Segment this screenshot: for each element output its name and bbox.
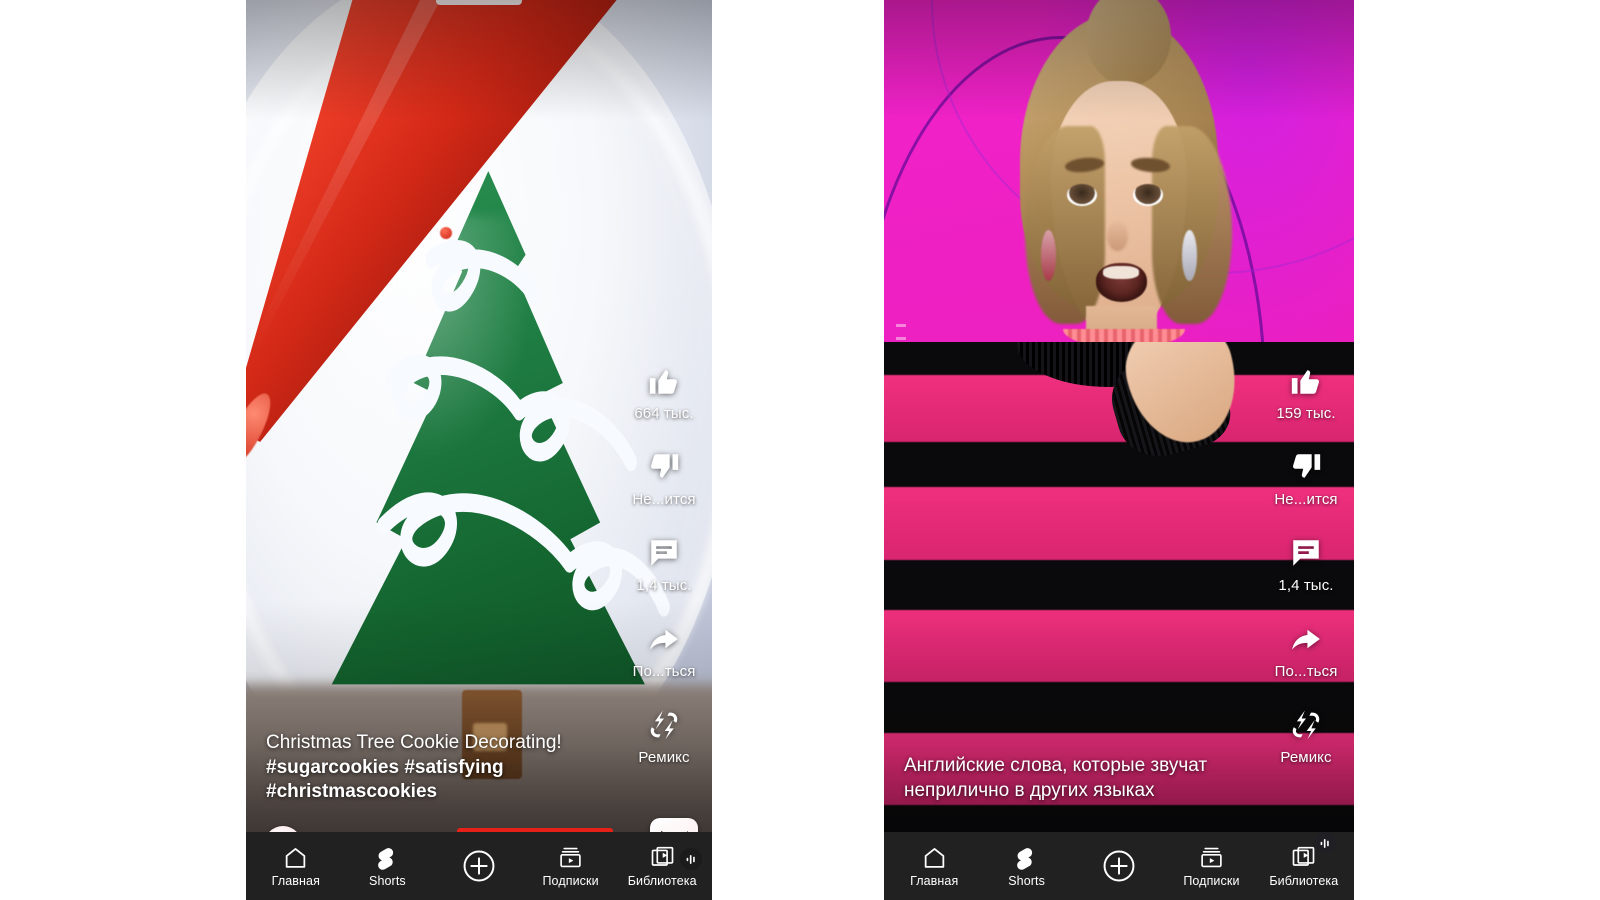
nav-label-library: Библиотека <box>627 874 697 888</box>
remix-label: Ремикс <box>1280 749 1332 766</box>
video-title-line-2: неприлично в других языках <box>904 780 1155 801</box>
video-surface-right[interactable]: 159 тыс. Не...ится 1,4 тыс. По...ться Ре… <box>884 0 1354 900</box>
nav-item-home[interactable]: Главная <box>888 844 980 888</box>
caption-block-right[interactable]: Английские слова, которые звучат неприли… <box>904 754 1258 804</box>
eye-right <box>1133 183 1164 207</box>
nav-label-subscriptions: Подписки <box>542 874 599 888</box>
comment-icon <box>1287 534 1325 572</box>
share-icon <box>1287 620 1325 658</box>
remix-button[interactable]: Ремикс <box>1280 706 1332 766</box>
shorts-icon <box>375 844 400 870</box>
action-rail-left[interactable]: 664 тыс. Не...ится 1,4 тыс. По...ться Ре… <box>622 362 706 766</box>
nav-item-library[interactable]: Библиотека <box>1258 844 1350 888</box>
share-icon <box>645 620 683 658</box>
like-count: 159 тыс. <box>1276 405 1336 422</box>
bottom-nav-right[interactable]: Главная Shorts Подписки Библиотека <box>884 832 1354 900</box>
remix-button[interactable]: Ремикс <box>638 706 690 766</box>
thumbs-up-icon <box>645 362 683 400</box>
shorts-player-left[interactable]: 664 тыс. Не...ится 1,4 тыс. По...ться Ре… <box>246 0 712 900</box>
dislike-button[interactable]: Не...ится <box>1274 448 1338 508</box>
nav-label-home: Главная <box>910 874 959 888</box>
remix-label: Ремикс <box>638 749 690 766</box>
video-title: Английские слова, которые звучат <box>904 755 1208 776</box>
thumbs-down-icon <box>1287 448 1325 486</box>
nav-item-subscriptions[interactable]: Подписки <box>525 844 617 888</box>
remix-icon <box>1287 706 1325 744</box>
share-button[interactable]: По...ться <box>1275 620 1338 680</box>
thumbs-up-icon <box>1287 362 1325 400</box>
subscriptions-icon <box>1199 844 1224 870</box>
hashtag-line-2: #christmascookies <box>266 781 438 802</box>
nav-item-shorts[interactable]: Shorts <box>342 844 434 888</box>
share-button[interactable]: По...ться <box>633 620 696 680</box>
nav-label-shorts: Shorts <box>369 874 406 888</box>
audio-waveform-badge[interactable] <box>680 848 702 870</box>
home-icon <box>922 844 947 870</box>
hair-strand-right <box>1151 126 1232 324</box>
video-title: Christmas Tree Cookie Decorating! <box>266 732 562 753</box>
comment-button[interactable]: 1,4 тыс. <box>636 534 691 594</box>
caption-block-left[interactable]: Christmas Tree Cookie Decorating! #sugar… <box>266 731 616 804</box>
library-icon <box>1291 844 1316 870</box>
dislike-label: Не...ится <box>1274 491 1338 508</box>
share-label: По...ться <box>1274 663 1338 680</box>
audio-waveform-badge[interactable] <box>1314 832 1336 854</box>
subscriptions-icon <box>558 844 583 870</box>
comment-count: 1,4 тыс. <box>1278 577 1334 594</box>
nav-item-shorts[interactable]: Shorts <box>980 844 1072 888</box>
like-button[interactable]: 159 тыс. <box>1276 362 1336 422</box>
shorts-icon <box>1014 844 1039 870</box>
like-count: 664 тыс. <box>634 405 694 422</box>
shorts-player-right[interactable]: 159 тыс. Не...ится 1,4 тыс. По...ться Ре… <box>884 0 1354 900</box>
comment-icon <box>645 534 683 572</box>
hashtags: #sugarcookies #satisfying #christmascook… <box>266 756 616 804</box>
screenshot-canvas: 664 тыс. Не...ится 1,4 тыс. По...ться Ре… <box>0 0 1600 900</box>
nav-label-shorts: Shorts <box>1008 874 1045 888</box>
comment-button[interactable]: 1,4 тыс. <box>1278 534 1333 594</box>
action-rail-right[interactable]: 159 тыс. Не...ится 1,4 тыс. По...ться Ре… <box>1264 362 1348 766</box>
library-icon <box>650 844 675 870</box>
thumbs-down-icon <box>645 448 683 486</box>
earring-left <box>1040 230 1056 281</box>
bottom-nav-left[interactable]: Главная Shorts Подписки Библиотека <box>246 832 712 900</box>
dislike-button[interactable]: Не...ится <box>632 448 696 508</box>
plus-circle-icon <box>1102 850 1136 882</box>
comment-count: 1,4 тыс. <box>636 577 692 594</box>
like-button[interactable]: 664 тыс. <box>634 362 694 422</box>
nav-item-create[interactable] <box>433 850 525 882</box>
remix-icon <box>645 706 683 744</box>
hashtag-line-1: #sugarcookies #satisfying <box>266 757 504 778</box>
dislike-label: Не...ится <box>632 491 696 508</box>
share-label: По...ться <box>632 663 696 680</box>
nav-label-library: Библиотека <box>1269 874 1339 888</box>
status-bar-notch <box>436 0 522 5</box>
nav-label-home: Главная <box>271 874 320 888</box>
video-surface-left[interactable]: 664 тыс. Не...ится 1,4 тыс. По...ться Ре… <box>246 0 712 900</box>
plus-circle-icon <box>462 850 496 882</box>
home-icon <box>283 844 308 870</box>
nav-label-subscriptions: Подписки <box>1183 874 1240 888</box>
earring-right <box>1181 230 1197 281</box>
nav-item-subscriptions[interactable]: Подписки <box>1165 844 1257 888</box>
teeth <box>1103 266 1139 279</box>
nav-item-home[interactable]: Главная <box>250 844 342 888</box>
nav-item-create[interactable] <box>1073 850 1165 882</box>
